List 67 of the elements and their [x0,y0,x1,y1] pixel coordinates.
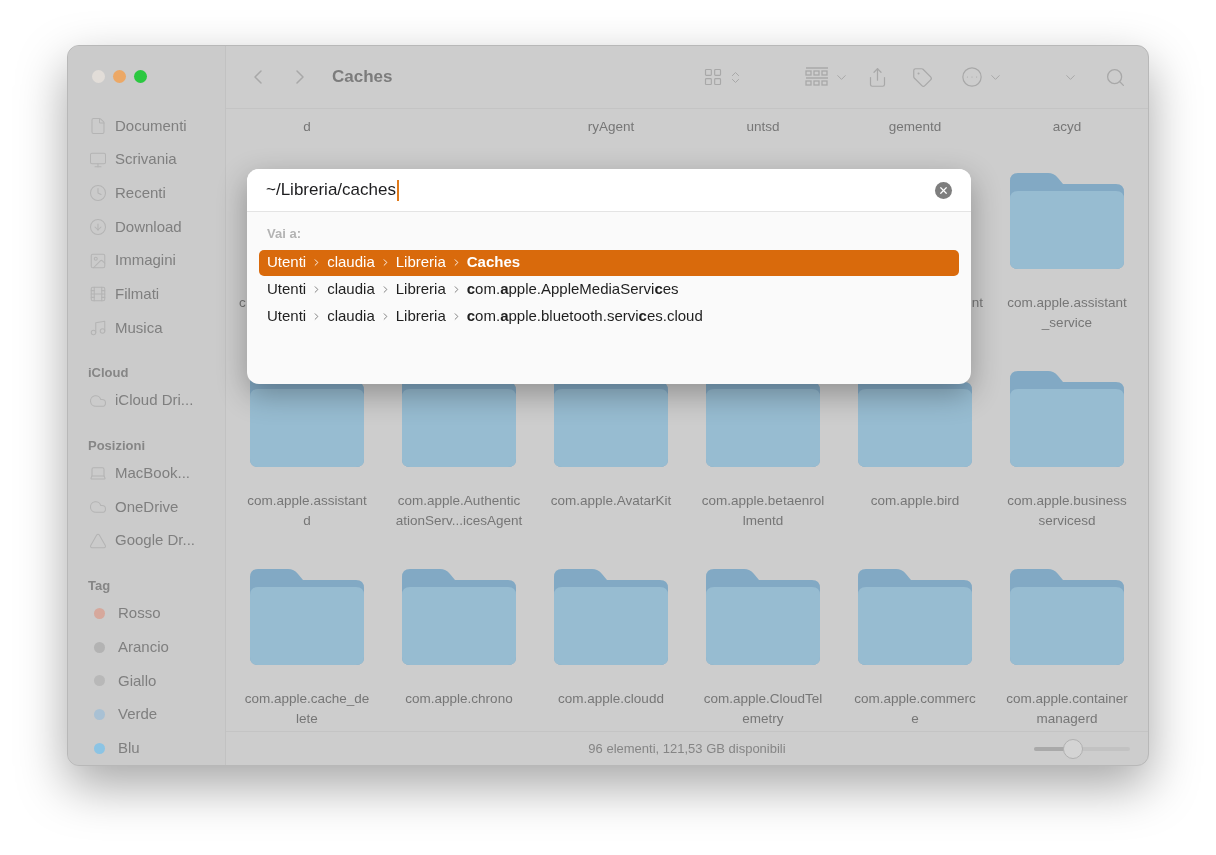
folder-icon [552,567,670,667]
section-header: iCloud [87,364,130,383]
folder-icon [1008,369,1126,469]
group-icon[interactable] [805,67,829,87]
status-text: 96 elementi, 121,53 GB disponibili [588,739,786,758]
folder-icon [704,567,822,667]
folder-label: com.apple.business servicesd [1007,492,1127,530]
folder-label: ryAgent [587,118,635,136]
folder-label: com.apple.commerc e [854,690,976,728]
sidebar-item[interactable]: MacBook... [68,456,225,491]
close-icon [938,184,949,196]
sidebar-item[interactable]: Immagini [68,243,225,278]
grid-view-icon[interactable] [703,67,723,87]
folder-label: com.apple.bird [870,492,960,510]
sidebar-item[interactable]: Filmati [68,277,225,312]
zoom-button[interactable] [134,70,147,83]
clear-button[interactable] [935,181,952,199]
folder-label: nt [971,294,983,312]
suggestion-row[interactable]: Utenti claudia Libreria Caches [259,249,959,276]
folder-icon [248,567,366,667]
zoom-slider[interactable] [1034,740,1130,758]
folder-icon [1008,567,1126,667]
folder-label: gementd [888,118,942,136]
more-icon[interactable] [961,66,983,88]
sidebar-item[interactable]: Download [68,210,225,244]
sidebar-item[interactable]: Musica [68,311,225,345]
sidebar-item[interactable]: Scrivania [68,142,225,177]
folder-label: d [303,118,311,136]
search-icon[interactable] [1105,66,1126,88]
text-cursor [396,179,399,201]
section-header: Posizioni [87,436,147,455]
folder-label: com.apple.cache_de lete [244,690,370,728]
sidebar-item[interactable]: OneDrive [68,490,225,524]
film-icon [89,285,107,304]
sidebar-item[interactable]: Arancio [68,630,225,664]
folder-label: com.apple.assistant d [247,492,367,530]
suggestion-row[interactable]: Utenti claudia Libreria com.apple.AppleMediaServices [259,276,959,303]
suggestion-row[interactable]: Utenti claudia Libreria com.apple.bluetooth.services.cloud [259,303,959,330]
folder-label: com.apple.betaenrol lmentd [701,492,825,530]
tag-icon[interactable] [912,66,933,88]
folder-label: untsd [746,118,780,136]
folder-icon [1008,171,1126,271]
folder-label: com.apple.chrono [405,690,513,708]
folder-label: com.apple.assistant _service [1007,294,1127,332]
sidebar-item[interactable]: Recenti [68,176,225,211]
goto-heading: Vai a: [266,225,302,243]
sidebar-item[interactable]: Giallo [68,663,225,698]
sidebar-item[interactable]: Documenti [68,109,225,143]
minimize-button[interactable] [113,70,126,83]
folder-label: com.apple.CloudTel emetry [703,690,823,728]
sidebar-item[interactable]: Blu [68,731,225,765]
sidebar-item[interactable]: Verde [68,697,225,732]
folder-label: acyd [1052,118,1082,136]
sidebar-item[interactable]: iCloud Dri... [68,383,225,418]
slider-thumb[interactable] [1063,739,1084,759]
folder-label: com.apple.Authentic ationServ...icesAgent [395,492,523,530]
sidebar-item[interactable]: Rosso [68,596,225,631]
folder-label: c [239,294,246,312]
sidebar-item[interactable]: Google Dr... [68,523,225,558]
share-icon[interactable] [867,66,888,88]
folder-label: com.apple.container managerd [1006,690,1128,728]
folder-icon [856,567,974,667]
window-title: Caches [332,66,393,89]
section-header: Tag [87,576,112,595]
folder-label: com.apple.cloudd [558,690,664,708]
folder-icon [400,567,518,667]
folder-label: com.apple.AvatarKit [550,492,672,510]
